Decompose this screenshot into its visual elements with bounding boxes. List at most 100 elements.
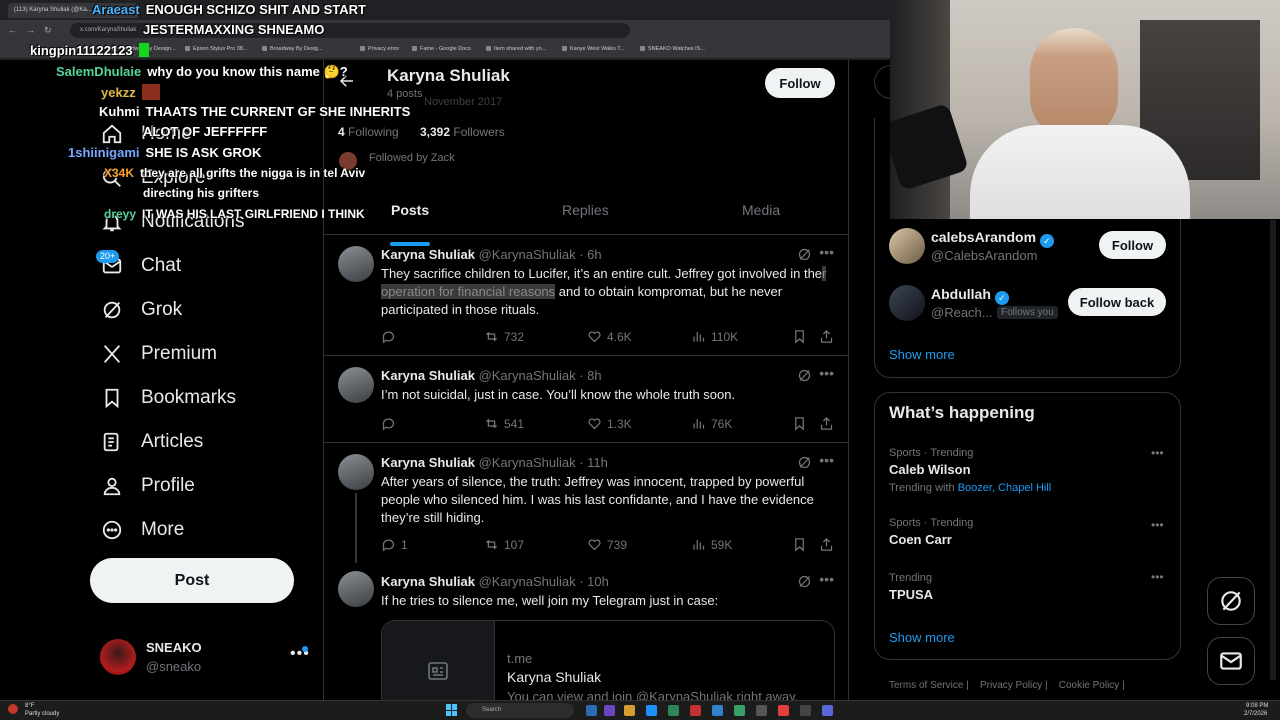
trend-category: Sports · Trending <box>889 447 974 459</box>
widgets-icon[interactable] <box>604 705 615 716</box>
bookmark-item[interactable]: Privacy error <box>360 46 399 52</box>
more-dots-icon[interactable]: ••• <box>819 244 834 260</box>
footer-link[interactable]: Cookie Policy <box>1059 680 1120 691</box>
repost-button[interactable]: 541 <box>484 416 524 431</box>
like-button[interactable]: 4.6K <box>587 329 632 344</box>
avatar <box>100 639 136 675</box>
reply-button[interactable]: 1 <box>381 537 408 552</box>
more-dots-icon[interactable]: ••• <box>1151 518 1164 532</box>
trend-item[interactable]: Sports · Trending Coen Carr <box>889 517 973 547</box>
store-icon[interactable] <box>668 705 679 716</box>
grok-floating-button[interactable] <box>1207 577 1255 625</box>
follow-button[interactable]: Follow <box>1099 231 1166 259</box>
tweet-author[interactable]: Karyna Shuliak <box>381 368 475 383</box>
views-button[interactable]: 110K <box>691 329 738 344</box>
views-button[interactable]: 59K <box>691 537 732 552</box>
windows-start-icon[interactable] <box>446 704 458 716</box>
tweet-header: Karyna Shuliak @KarynaShuliak · 6h <box>381 247 602 262</box>
reload-icon[interactable]: ↻ <box>44 25 52 36</box>
like-button[interactable]: 1.3K <box>587 416 632 431</box>
trend-item[interactable]: Trending TPUSA <box>889 572 933 602</box>
discord-icon[interactable] <box>822 705 833 716</box>
grok-icon[interactable] <box>797 574 812 594</box>
app-icon[interactable] <box>800 705 811 716</box>
suggested-user-name[interactable]: calebsArandom ✓ <box>931 229 1054 248</box>
tweet[interactable]: Karyna Shuliak @KarynaShuliak · 10h ••• … <box>324 560 848 700</box>
followed-by[interactable]: Followed by Zack <box>369 152 455 164</box>
forward-arrow-icon[interactable]: → <box>26 25 35 35</box>
tab-posts[interactable]: Posts <box>391 202 429 218</box>
messages-floating-button[interactable] <box>1207 637 1255 685</box>
nav-profile[interactable]: Profile <box>100 471 195 501</box>
share-icon[interactable] <box>819 416 839 431</box>
bookmark-item[interactable]: Kanye West Walks T... <box>562 46 625 52</box>
grok-icon[interactable] <box>797 455 812 475</box>
app-icon[interactable] <box>734 705 745 716</box>
scrollbar[interactable] <box>1270 220 1276 680</box>
bookmark-item[interactable]: Epson Stylus Pro 38... <box>185 46 247 52</box>
tweet-author[interactable]: Karyna Shuliak <box>381 455 475 470</box>
app-icon[interactable] <box>778 705 789 716</box>
tweet[interactable]: Karyna Shuliak @KarynaShuliak · 6h ••• T… <box>324 234 848 355</box>
file-explorer-icon[interactable] <box>624 705 635 716</box>
repost-button[interactable]: 107 <box>484 537 524 552</box>
link-card[interactable]: t.me Karyna Shuliak You can view and joi… <box>381 620 835 700</box>
bookmark-icon[interactable] <box>792 416 812 431</box>
tab-replies[interactable]: Replies <box>562 202 609 218</box>
nav-grok[interactable]: Grok <box>100 295 182 325</box>
more-dots-icon[interactable]: ••• <box>1151 446 1164 460</box>
post-button[interactable]: Post <box>90 558 294 603</box>
bookmark-item[interactable]: SNEAKO Watches IS... <box>640 46 705 52</box>
reply-button[interactable] <box>381 416 401 431</box>
bookmark-item[interactable]: Fame - Google Docs <box>412 46 471 52</box>
app-icon[interactable] <box>712 705 723 716</box>
trend-item[interactable]: Sports · Trending Caleb Wilson Trending … <box>889 447 1051 494</box>
tweet[interactable]: Karyna Shuliak @KarynaShuliak · 11h ••• … <box>324 442 848 563</box>
bookmark-icon[interactable] <box>792 537 812 552</box>
more-dots-icon[interactable]: ••• <box>819 365 834 381</box>
like-button[interactable]: 739 <box>587 537 627 552</box>
reply-button[interactable] <box>381 329 401 344</box>
x-logo-icon <box>100 342 124 366</box>
browser-address-bar: ← → ↻ x.com/KarynaShuliak <box>0 20 892 41</box>
show-more-link[interactable]: Show more <box>889 630 955 645</box>
grok-icon[interactable] <box>797 368 812 388</box>
back-arrow-icon[interactable]: ← <box>8 25 17 35</box>
taskbar-search[interactable]: Search <box>466 703 574 718</box>
grok-icon[interactable] <box>797 247 812 267</box>
share-icon[interactable] <box>819 329 839 344</box>
followers-stat[interactable]: 3,392 Followers <box>420 125 505 139</box>
follow-button[interactable]: Follow <box>765 68 835 98</box>
bookmark-item[interactable]: Item shared with yo... <box>486 46 546 52</box>
tab-media[interactable]: Media <box>742 202 780 218</box>
nav-more[interactable]: More <box>100 515 184 545</box>
more-dots-icon[interactable]: ••• <box>1151 570 1164 584</box>
nav-premium[interactable]: Premium <box>100 339 217 369</box>
following-stat[interactable]: 4 Following <box>338 125 399 139</box>
edge-icon[interactable] <box>646 705 657 716</box>
repost-button[interactable]: 732 <box>484 329 524 344</box>
task-view-icon[interactable] <box>586 705 597 716</box>
share-icon[interactable] <box>819 537 839 552</box>
app-icon[interactable] <box>756 705 767 716</box>
chat-badge: 20+ <box>96 250 120 263</box>
nav-articles[interactable]: Articles <box>100 427 203 457</box>
chrome-icon[interactable] <box>690 705 701 716</box>
follow-back-button[interactable]: Follow back <box>1068 288 1166 316</box>
views-button[interactable]: 76K <box>691 416 732 431</box>
tweet-author[interactable]: Karyna Shuliak <box>381 247 475 262</box>
suggested-user-name[interactable]: Abdullah ✓ <box>931 286 1009 305</box>
footer-link[interactable]: Terms of Service <box>889 680 963 691</box>
chat-message: X34K they are all grifts the nigga is in … <box>104 166 365 180</box>
footer-link[interactable]: Privacy Policy <box>980 680 1042 691</box>
show-more-link[interactable]: Show more <box>889 347 955 362</box>
tweet-handle: @KarynaShuliak · 8h <box>478 368 602 383</box>
tweet-author[interactable]: Karyna Shuliak <box>381 574 475 589</box>
trend-related-links[interactable]: Boozer, Chapel Hill <box>958 482 1052 494</box>
bookmark-item[interactable]: Broadway By Desig... <box>262 46 323 52</box>
more-dots-icon[interactable]: ••• <box>819 452 834 468</box>
more-dots-icon[interactable]: ••• <box>819 571 834 587</box>
tweet[interactable]: Karyna Shuliak @KarynaShuliak · 8h ••• I… <box>324 355 848 442</box>
nav-bookmarks[interactable]: Bookmarks <box>100 383 236 413</box>
bookmark-icon[interactable] <box>792 329 812 344</box>
